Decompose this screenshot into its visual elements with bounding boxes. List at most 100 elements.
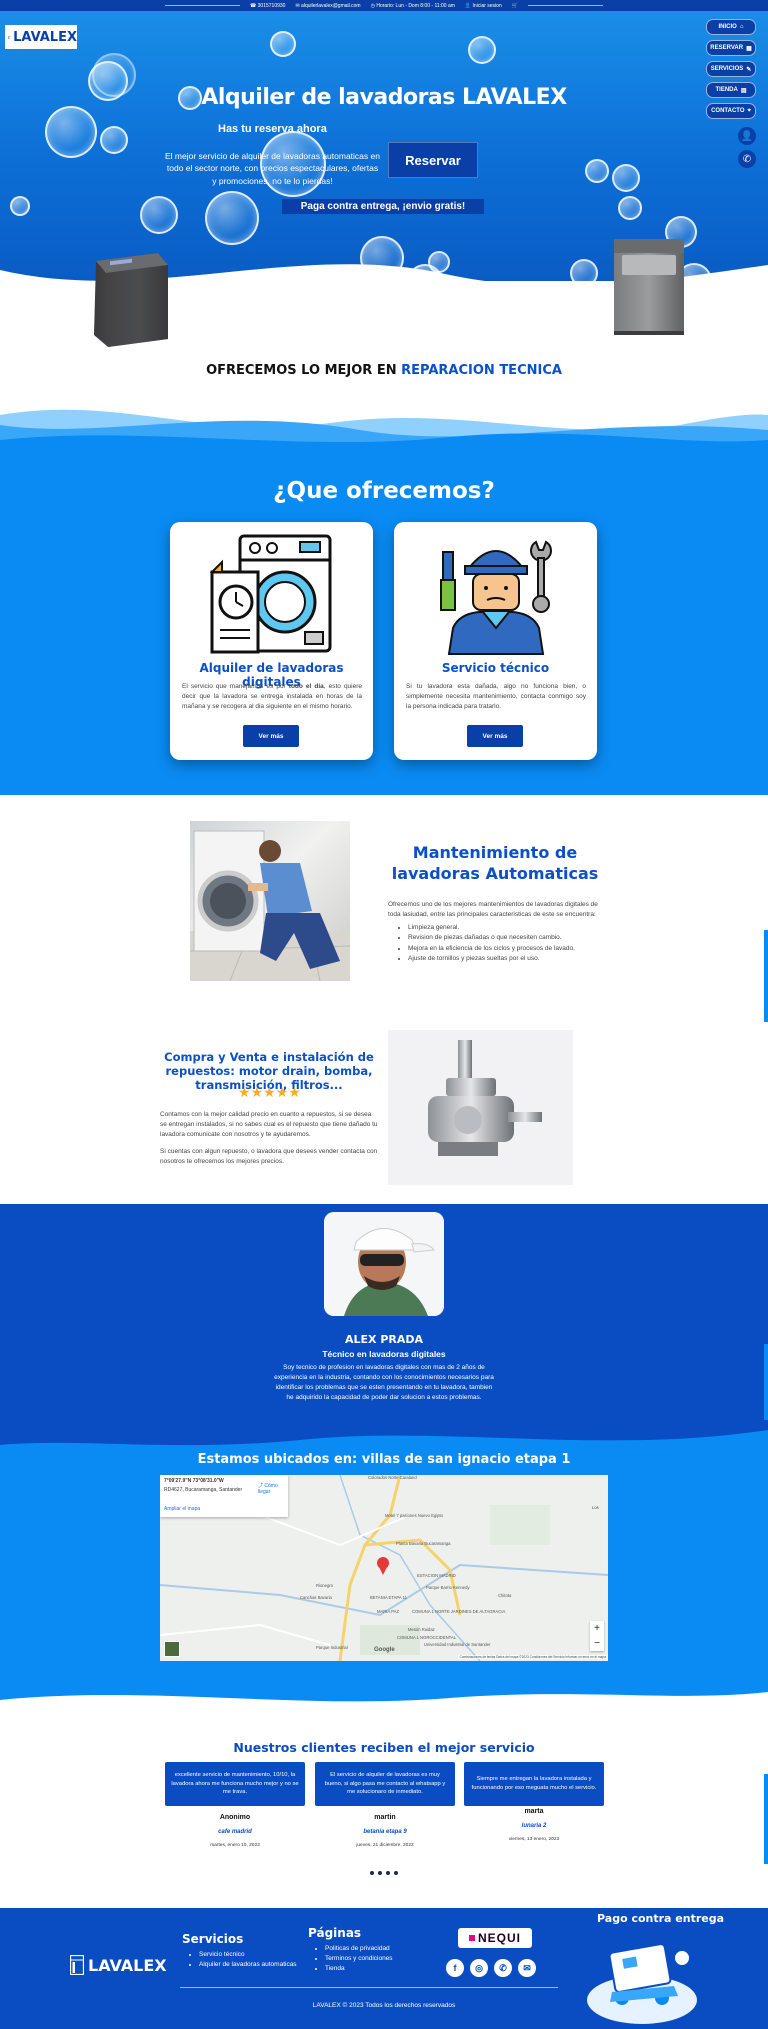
testimonial-place: cafe madrid	[218, 1829, 252, 1835]
email-info[interactable]: ✉ alquilerlavalex@gmail.com	[295, 3, 360, 9]
profile-description: Soy tecnico de profesion en lavadoras di…	[274, 1364, 494, 1402]
testimonial-quote: Siempre me entregan la lavadora instalad…	[464, 1762, 604, 1806]
offer-headline: OFRECEMOS LO MEJOR EN REPARACION TECNICA	[0, 363, 768, 378]
map-place-label: Universidad Industrial de Santander	[424, 1642, 491, 1647]
side-scroll-tab[interactable]	[764, 1774, 768, 1864]
maintenance-description: Ofrecemos uno de los mejores mantenimien…	[388, 901, 598, 918]
carousel-dot[interactable]	[378, 1871, 382, 1875]
reserve-button[interactable]: Reservar	[388, 142, 478, 178]
bubble-decoration	[100, 126, 128, 154]
email-icon[interactable]: ✉	[518, 1959, 536, 1977]
location-wave-bottom	[0, 1692, 768, 1715]
footer-logo-text: LAVALEX	[88, 1955, 167, 1975]
map-place-label: Rionegro	[316, 1583, 333, 1588]
alex-prada-portrait	[324, 1212, 444, 1316]
services-title: ¿Que ofrecemos?	[273, 478, 495, 504]
phone-info[interactable]: ☎ 3015710930	[250, 3, 285, 9]
nav-servicios-button[interactable]: SERVICIOS ✎	[706, 61, 756, 77]
card-description: Si tu lavadora esta dañada, algo no func…	[406, 683, 586, 710]
ver-mas-button[interactable]: Ver más	[243, 725, 299, 747]
technician-repair-image	[190, 830, 350, 981]
nav-label: INICIO	[718, 24, 737, 30]
footer-services-title: Servicios	[182, 1932, 244, 1946]
rating-stars: ★★★★★	[238, 1084, 301, 1101]
card-text-part: El servicio que manejamos es por	[182, 683, 289, 690]
hero-description: El mejor servicio de alquiler de lavador…	[165, 151, 380, 186]
carousel-dot[interactable]	[370, 1871, 374, 1875]
bubble-decoration	[10, 196, 30, 216]
maintenance-photo	[190, 821, 350, 981]
hero-subtitle: Has tu reserva ahora	[218, 123, 327, 135]
footer-link[interactable]: Politicas de privacidad	[325, 1944, 393, 1954]
technician-photo	[324, 1212, 444, 1316]
map-place-label: COMUNA 1 NORTE JARDINES DE ALTAGRACIA	[412, 1609, 506, 1614]
maintenance-item: Limpieza general.	[408, 923, 575, 933]
service-card-rental: Alquiler de lavadoras digitales El servi…	[170, 522, 373, 760]
washer-left-image	[94, 253, 168, 347]
footer-logo[interactable]: LAVALEX	[70, 1955, 167, 1975]
side-scroll-tab[interactable]	[764, 930, 768, 1022]
whatsapp-float-icon[interactable]: ✆	[738, 150, 756, 168]
user-account-icon[interactable]: 👤	[738, 127, 756, 145]
instagram-icon[interactable]: ◎	[470, 1959, 488, 1977]
wrench-icon: ✎	[746, 66, 752, 73]
bubble-decoration	[205, 191, 259, 245]
email-text: alquilerlavalex@gmail.com	[301, 2, 361, 9]
star-icon: ★	[238, 1084, 251, 1100]
maintenance-item: Revision de piezas dañadas o que necesit…	[408, 933, 575, 943]
map-enlarge-link[interactable]: Ampliar el mapa	[164, 1506, 200, 1512]
google-map-embed[interactable]: 7°09'27.9"N 73°08'31.0"W RD4627, Bucaram…	[160, 1475, 608, 1661]
footer-link[interactable]: Servicio técnico	[199, 1950, 297, 1960]
testimonial-name: marta	[524, 1808, 544, 1815]
map-place-label: Colorados Norte Caraland	[368, 1475, 417, 1480]
ver-mas-button[interactable]: Ver más	[467, 725, 523, 747]
topbar-divider	[527, 5, 603, 6]
testimonial-place: lunaria 2	[521, 1823, 547, 1829]
carousel-dot[interactable]	[386, 1871, 390, 1875]
hero-title: Alquiler de lavadoras LAVALEX	[201, 85, 567, 110]
location-wave-top	[0, 1420, 768, 1446]
carousel-dots	[370, 1871, 398, 1875]
maintenance-item: Mejora en la eficiencia de los ciclos y …	[408, 944, 575, 954]
footer-link[interactable]: Terminos y condiciones	[325, 1954, 393, 1964]
zoom-out-button[interactable]: −	[590, 1636, 604, 1651]
login-link[interactable]: 👤 Iniciar sesion	[465, 3, 502, 9]
map-place-label: Parque Barrio Kennedy	[426, 1585, 470, 1590]
card-description: El servicio que manejamos es por todo el…	[182, 682, 362, 711]
map-place-label: BETANIA ETAPA 11	[370, 1595, 407, 1600]
parts-paragraph: Si cuentas con algun repuesto, o lavador…	[160, 1148, 378, 1165]
hours-info: ◷ Horario: Lun - Dom 8:00 - 11:00 am	[370, 2, 455, 9]
pay-banner: Paga contra entrega, ¡envio gratis!	[282, 199, 484, 214]
bubble-decoration	[585, 159, 609, 183]
satellite-toggle[interactable]	[164, 1641, 180, 1657]
site-logo[interactable]: LAVALEX	[5, 25, 77, 49]
map-directions-link[interactable]: ⤴ Cómo llegar	[258, 1482, 288, 1495]
footer-pages-title: Páginas	[308, 1926, 362, 1940]
carousel-dot[interactable]	[394, 1871, 398, 1875]
profile-name: ALEX PRADA	[344, 1333, 424, 1346]
testimonial-date: martes, enero 10, 2023	[210, 1843, 260, 1848]
nequi-icon	[468, 1935, 475, 1941]
whatsapp-icon[interactable]: ✆	[494, 1959, 512, 1977]
map-place-label: Los	[592, 1505, 599, 1510]
zoom-in-button[interactable]: +	[590, 1621, 604, 1636]
nav-reservar-button[interactable]: RESERVAR ▦	[706, 40, 756, 56]
star-icon: ★	[263, 1084, 276, 1100]
footer-divider	[180, 1987, 558, 1988]
washer-logo-icon	[70, 1955, 84, 1975]
nav-label: SERVICIOS	[710, 66, 744, 72]
footer-link[interactable]: Tienda	[325, 1964, 393, 1974]
testimonial-quote: excellente servicio de mantenimiento, 10…	[165, 1762, 305, 1806]
map-place-label: Parque Industrial	[316, 1645, 348, 1650]
cart-icon[interactable]: 🛒	[512, 3, 518, 9]
testimonial-date: jueves, 21 diciembre, 2022	[356, 1843, 414, 1848]
footer-link[interactable]: Alquiler de lavadoras automaticas	[199, 1960, 297, 1970]
card-title: Servicio técnico	[441, 661, 550, 675]
map-place-label: Planta Bavaria Bucaramanga	[396, 1541, 451, 1546]
top-info-bar: ☎ 3015710930 ✉ alquilerlavalex@gmail.com…	[0, 0, 768, 11]
nequi-badge: NEQUI	[458, 1928, 532, 1948]
footer-services-list: Servicio técnicoAlquiler de lavadoras au…	[187, 1950, 297, 1970]
delivery-illustration	[587, 1943, 697, 2024]
nav-inicio-button[interactable]: INICIO ⌂	[706, 19, 756, 35]
facebook-icon[interactable]: f	[446, 1959, 464, 1977]
